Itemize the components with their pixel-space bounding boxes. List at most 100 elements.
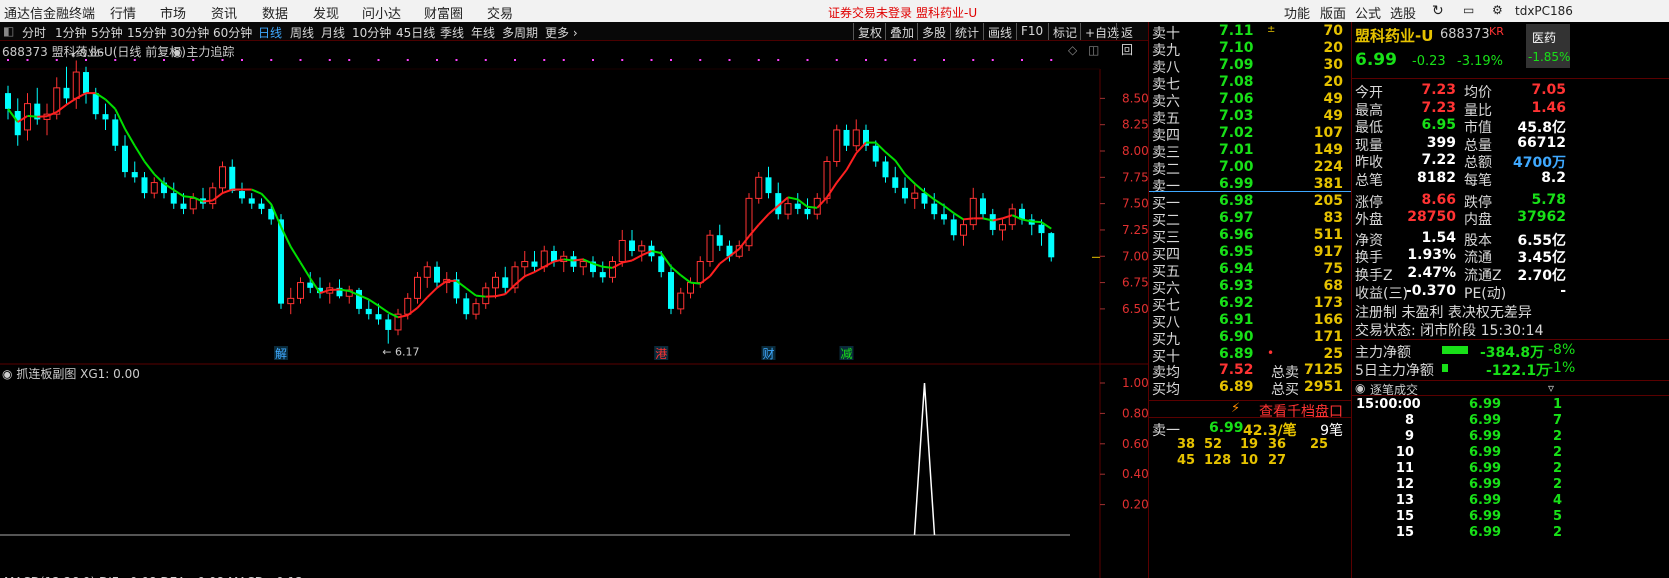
period-60min[interactable]: 60分钟	[213, 24, 252, 41]
period-10min[interactable]: 10分钟	[352, 24, 391, 41]
mark-button[interactable]: 标记	[1048, 23, 1081, 40]
menu-discover[interactable]: 发现	[313, 3, 339, 22]
candle-body	[794, 203, 801, 209]
multi-stock-button[interactable]: 多股	[917, 23, 950, 40]
candle-body	[1048, 233, 1055, 258]
ask-row[interactable]: 卖十 7.11 ±70	[1149, 23, 1346, 42]
ask-row[interactable]: 卖六 7.06 49	[1149, 91, 1346, 110]
tick-price: 6.99	[1469, 445, 1502, 460]
avg-buy-label: 买均	[1152, 382, 1180, 398]
kline-chart[interactable]: 8.50 8.25 8.00 7.75 7.50 7.25 7.00 6.75 6.50 1.00…	[0, 41, 1148, 578]
login-notice[interactable]: 证券交易未登录	[828, 4, 912, 21]
bid-row[interactable]: 买三 6.96 511	[1149, 227, 1346, 246]
ticks-header[interactable]: ◉ 逐笔成交 ▿	[1352, 380, 1669, 397]
adjust-price-button[interactable]: 复权	[853, 23, 886, 40]
trend-line-segment	[894, 159, 906, 175]
bid-volume: 68	[1323, 278, 1343, 294]
statistics-button[interactable]: 统计	[950, 23, 983, 40]
bid-row[interactable]: 买一 6.98 205	[1149, 193, 1346, 212]
event-marker-label: 港	[655, 347, 667, 361]
period-45day[interactable]: 45日线	[396, 24, 435, 41]
price-tick-label: 7.75	[1122, 170, 1148, 184]
ask-row[interactable]: 卖七 7.08 20	[1149, 74, 1346, 93]
ask-row[interactable]: 卖八 7.09 30	[1149, 57, 1346, 76]
period-15min[interactable]: 15分钟	[127, 24, 166, 41]
bid-row[interactable]: 买四 6.95 917	[1149, 244, 1346, 263]
menu-market-quotes[interactable]: 行情	[110, 3, 136, 22]
sector-box[interactable]: 医药 -1.85%	[1526, 24, 1570, 68]
trend-line-segment	[963, 217, 974, 221]
overlay-button[interactable]: 叠加	[885, 23, 918, 40]
candle-body	[579, 261, 587, 268]
menu-news[interactable]: 资讯	[211, 3, 237, 22]
stat-row: 今开 7.23 均价 7.05	[1352, 82, 1568, 101]
period-intraday[interactable]: 分时	[22, 24, 46, 41]
expand-icon[interactable]: ◫	[1088, 43, 1099, 57]
stat-row: 收益(三) -0.370 PE(动) -	[1352, 283, 1568, 302]
period-multi[interactable]: 多周期	[502, 24, 538, 41]
signal-dot	[436, 59, 438, 61]
signal-dot	[1021, 59, 1023, 61]
tick-price: 6.99	[1469, 461, 1502, 476]
bid-row[interactable]: 买十 6.89 • 25	[1149, 346, 1346, 365]
stat-label: 总笔	[1355, 173, 1383, 189]
f10-button[interactable]: F10	[1016, 23, 1047, 40]
period-5min[interactable]: 5分钟	[91, 24, 123, 41]
menu-market[interactable]: 市场	[160, 3, 186, 22]
thousand-level-button[interactable]: ⚡ 查看千档盘口	[1149, 400, 1352, 420]
filter-icon[interactable]: ▿	[1548, 381, 1554, 395]
menu-ask-xiaoda[interactable]: 问小达	[362, 3, 401, 22]
menu-data[interactable]: 数据	[262, 3, 288, 22]
bid-row[interactable]: 买九 6.90 171	[1149, 329, 1346, 348]
signal-dot	[299, 59, 302, 61]
period-quarterly[interactable]: 季线	[440, 24, 464, 41]
ask-price: 7.08	[1219, 74, 1254, 90]
candle-body	[706, 234, 714, 263]
period-yearly[interactable]: 年线	[471, 24, 495, 41]
bid-row[interactable]: 买八 6.91 166	[1149, 312, 1346, 331]
period-daily[interactable]: 日线	[258, 24, 282, 41]
menu-layout[interactable]: 版面	[1320, 3, 1346, 22]
period-monthly[interactable]: 月线	[321, 24, 345, 41]
back-button[interactable]: 返回	[1116, 23, 1148, 57]
sub-chart-header[interactable]: ◉ 抓连板副图 XG1: 0.00	[2, 365, 140, 382]
refresh-icon[interactable]: ↻	[1432, 3, 1444, 19]
ask-volume: 30	[1323, 57, 1343, 73]
ask-row[interactable]: 卖三 7.01 149	[1149, 142, 1346, 161]
kline-chart-area[interactable]: 8.50 8.25 8.00 7.75 7.50 7.25 7.00 6.75 6.50 1.00…	[0, 41, 1148, 578]
ask-row[interactable]: 卖九 7.10 20	[1149, 40, 1346, 59]
bid-row[interactable]: 买七 6.92 173	[1149, 295, 1346, 314]
stat-row: 总笔 8182 每笔 8.2	[1352, 170, 1568, 189]
trend-line-segment	[495, 293, 506, 298]
user-id[interactable]: tdxPC186	[1515, 4, 1573, 18]
menu-function[interactable]: 功能	[1284, 3, 1310, 22]
bid-row[interactable]: 买二 6.97 83	[1149, 210, 1346, 229]
ask-row[interactable]: 卖二 7.00 224	[1149, 159, 1346, 178]
bid-row[interactable]: 买五 6.94 75	[1149, 261, 1346, 280]
menu-trade[interactable]: 交易	[487, 3, 513, 22]
diamond-icon[interactable]: ◇	[1068, 43, 1077, 57]
menu-wealth-circle[interactable]: 财富圈	[424, 3, 463, 22]
bid-row[interactable]: 买六 6.93 68	[1149, 278, 1346, 297]
sub-chart-title: 抓连板副图 XG1: 0.00	[16, 367, 140, 381]
period-weekly[interactable]: 周线	[290, 24, 314, 41]
tick-volume: 2	[1552, 429, 1562, 444]
trend-line-segment	[787, 196, 798, 201]
indicator-selector[interactable]: ◉ 主力追踪	[172, 43, 234, 60]
minimize-panel-icon[interactable]: ▭	[1463, 3, 1474, 17]
candle-body	[677, 292, 685, 310]
period-30min[interactable]: 30分钟	[170, 24, 209, 41]
ask-price: 7.11	[1219, 23, 1254, 39]
toggle-panel-icon[interactable]: ◧	[3, 24, 14, 38]
draw-line-button[interactable]: 画线	[983, 23, 1016, 40]
period-1min[interactable]: 1分钟	[55, 24, 87, 41]
signal-dot	[543, 59, 546, 61]
period-more[interactable]: 更多 ›	[545, 24, 578, 41]
trend-line-segment	[602, 265, 613, 269]
settings-icon[interactable]: ⚙	[1492, 3, 1503, 17]
ask-row[interactable]: 卖四 7.02 107	[1149, 125, 1346, 144]
menu-formula[interactable]: 公式	[1355, 3, 1381, 22]
menu-stock-picker[interactable]: 选股	[1390, 3, 1416, 22]
ask-row[interactable]: 卖五 7.03 49	[1149, 108, 1346, 127]
trend-line-segment	[884, 151, 896, 162]
